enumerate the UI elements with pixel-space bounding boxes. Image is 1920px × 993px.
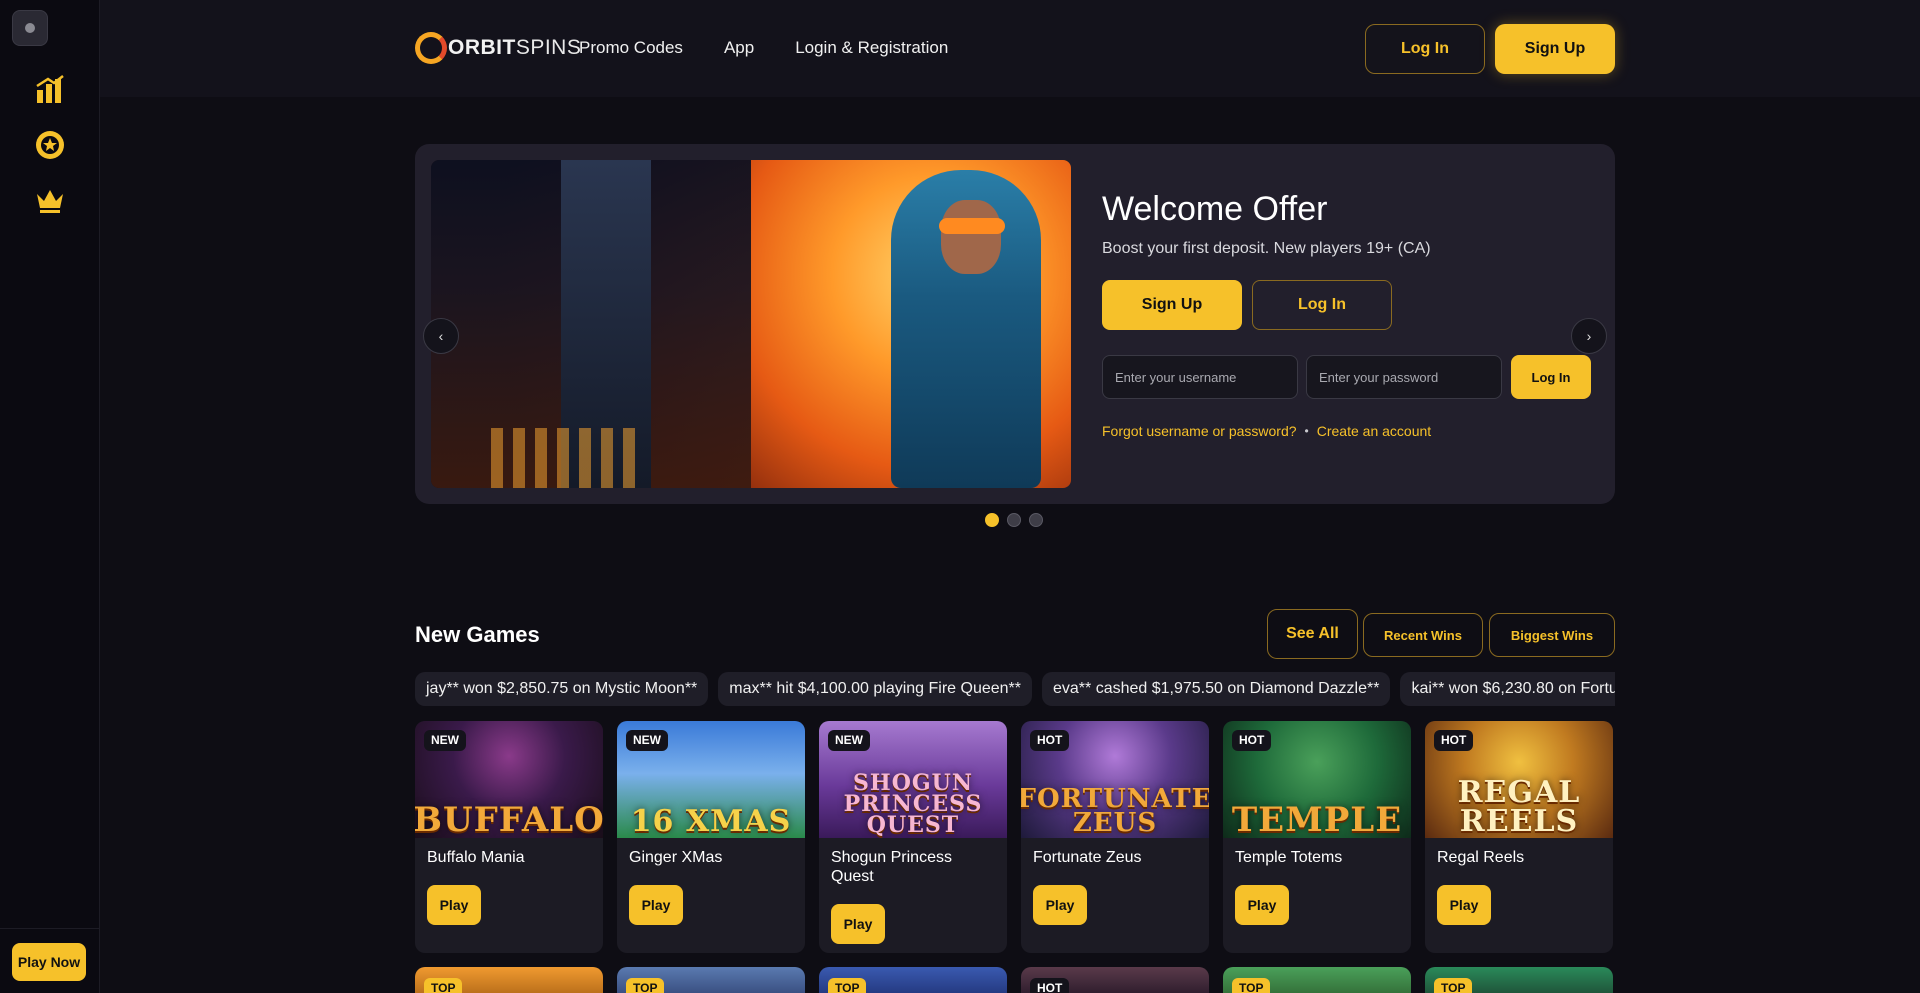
play-button[interactable]: Play <box>629 885 683 925</box>
link-separator: • <box>1304 424 1309 438</box>
biggest-wins-button[interactable]: Biggest Wins <box>1489 613 1615 657</box>
see-all-button[interactable]: See All <box>1267 609 1358 659</box>
carousel-dots <box>985 513 1043 527</box>
play-button[interactable]: Play <box>1033 885 1087 925</box>
password-input[interactable] <box>1306 355 1502 399</box>
game-name: Buffalo Mania <box>427 849 525 866</box>
sidebar-divider <box>0 928 100 929</box>
game-name: Shogun Princess Quest <box>831 849 952 885</box>
game-badge: HOT <box>1232 730 1272 751</box>
lit-windows <box>491 428 641 488</box>
game-badge: NEW <box>626 730 668 751</box>
username-input[interactable] <box>1102 355 1298 399</box>
chart-bars-icon[interactable] <box>34 74 66 106</box>
logo-orbit: ORBIT <box>448 36 516 59</box>
hero-login-button[interactable]: Log In <box>1252 280 1392 330</box>
game-grid: BUFFALO NEW Buffalo Mania Play 16 XMAS N… <box>415 721 1615 953</box>
game-art-title: TEMPLE <box>1231 799 1403 838</box>
welcome-offer-carousel: ‹ › Welcome Offer Boost your first depos… <box>415 144 1615 504</box>
main-nav: Promo Codes App Login & Registration <box>579 38 948 58</box>
toggle-dot-icon <box>25 23 35 33</box>
carousel-next-button[interactable]: › <box>1571 318 1607 354</box>
gear-star-icon[interactable] <box>34 129 66 161</box>
game-badge: NEW <box>424 730 466 751</box>
game-card[interactable]: FORTUNATE ZEUS HOT Fortunate Zeus Play <box>1021 721 1209 953</box>
carousel-dot-1[interactable] <box>985 513 999 527</box>
header-signup-button[interactable]: Sign Up <box>1495 24 1615 74</box>
top-header: ORBITSPINS Promo Codes App Login & Regis… <box>100 0 1920 97</box>
hero-banner-image <box>431 160 1071 488</box>
sidebar: Play Now <box>0 0 100 993</box>
crown-icon[interactable] <box>34 184 66 216</box>
game-badge: TOP <box>1434 978 1473 993</box>
play-button[interactable]: Play <box>1437 885 1491 925</box>
heroine-face <box>941 200 1001 274</box>
hero-subtitle: Boost your first deposit. New players 19… <box>1102 240 1431 257</box>
game-badge: HOT <box>1030 730 1070 751</box>
game-badge: TOP <box>1232 978 1271 993</box>
heroine-visor <box>939 218 1005 234</box>
game-art-title: FORTUNATE ZEUS <box>1021 783 1209 838</box>
wins-ticker: jay** won $2,850.75 on Mystic Moon** max*… <box>415 672 1615 706</box>
play-now-button[interactable]: Play Now <box>12 943 86 981</box>
game-card[interactable]: REGAL REELS HOT Regal Reels Play <box>1425 721 1613 953</box>
logo-spins: SPINS <box>515 36 582 59</box>
play-button[interactable]: Play <box>427 885 481 925</box>
create-account-link[interactable]: Create an account <box>1317 423 1431 439</box>
game-card[interactable]: TEMPLE HOT Temple Totems Play <box>1223 721 1411 953</box>
game-badge: HOT <box>1434 730 1474 751</box>
recent-wins-button[interactable]: Recent Wins <box>1363 613 1483 657</box>
nav-app[interactable]: App <box>724 38 754 58</box>
game-name: Fortunate Zeus <box>1033 849 1142 866</box>
ticker-item: max** hit $4,100.00 playing Fire Queen** <box>718 672 1032 706</box>
game-name: Ginger XMas <box>629 849 723 866</box>
sidebar-toggle-button[interactable] <box>12 10 48 46</box>
carousel-dot-3[interactable] <box>1029 513 1043 527</box>
form-login-button[interactable]: Log In <box>1511 355 1591 399</box>
game-grid-row-2: TOP TOP TOP HOT TOP TOP <box>415 967 1615 993</box>
game-card[interactable]: TOP <box>1223 967 1411 993</box>
game-card[interactable]: TOP <box>617 967 805 993</box>
game-card[interactable]: TOP <box>415 967 603 993</box>
game-badge: NEW <box>828 730 870 751</box>
hero-signup-button[interactable]: Sign Up <box>1102 280 1242 330</box>
game-card[interactable]: HOT <box>1021 967 1209 993</box>
game-card[interactable]: BUFFALO NEW Buffalo Mania Play <box>415 721 603 953</box>
game-badge: TOP <box>424 978 463 993</box>
carousel-dot-2[interactable] <box>1007 513 1021 527</box>
game-card[interactable]: TOP <box>1425 967 1613 993</box>
account-links: Forgot username or password? • Create an… <box>1102 423 1431 439</box>
play-button[interactable]: Play <box>831 904 885 944</box>
game-badge: TOP <box>828 978 867 993</box>
nav-login-registration[interactable]: Login & Registration <box>795 38 948 58</box>
game-card[interactable]: TOP <box>819 967 1007 993</box>
game-art-title: SHOGUN PRINCESS QUEST <box>843 770 983 838</box>
forgot-credentials-link[interactable]: Forgot username or password? <box>1102 423 1297 439</box>
section-title: New Games <box>415 622 540 647</box>
game-art-title: BUFFALO <box>415 799 603 838</box>
hero-title: Welcome Offer <box>1102 190 1328 228</box>
header-login-button[interactable]: Log In <box>1365 24 1485 74</box>
logo-ring-icon <box>415 32 447 64</box>
game-card[interactable]: SHOGUN PRINCESS QUEST NEW Shogun Princes… <box>819 721 1007 953</box>
carousel-prev-button[interactable]: ‹ <box>423 318 459 354</box>
game-badge: HOT <box>1030 978 1070 993</box>
orbitspins-logo[interactable]: ORBITSPINS <box>415 30 581 66</box>
game-art-title: 16 XMAS <box>630 803 792 838</box>
nav-promo-codes[interactable]: Promo Codes <box>579 38 683 58</box>
game-art-title: REGAL REELS <box>1457 775 1581 838</box>
ticker-item: kai** won $6,230.80 on Fortu <box>1400 672 1615 706</box>
game-name: Temple Totems <box>1235 849 1343 866</box>
game-card[interactable]: 16 XMAS NEW Ginger XMas Play <box>617 721 805 953</box>
play-button[interactable]: Play <box>1235 885 1289 925</box>
ticker-item: eva** cashed $1,975.50 on Diamond Dazzle… <box>1042 672 1391 706</box>
logo-text: ORBITSPINS <box>448 36 581 60</box>
game-name: Regal Reels <box>1437 849 1525 866</box>
game-badge: TOP <box>626 978 665 993</box>
ticker-item: jay** won $2,850.75 on Mystic Moon** <box>415 672 709 706</box>
